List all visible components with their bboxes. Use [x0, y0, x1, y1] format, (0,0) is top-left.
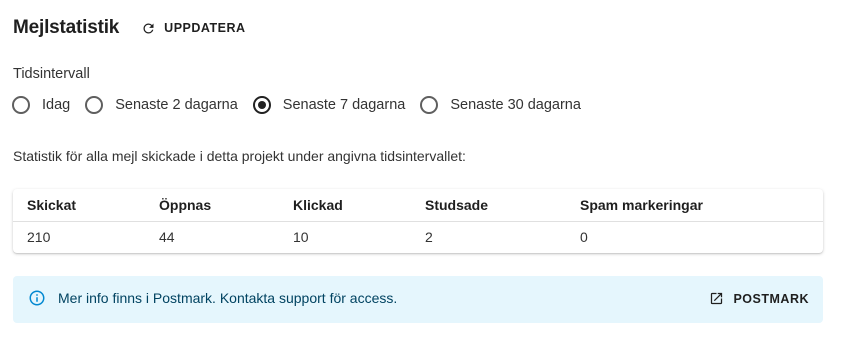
postmark-button[interactable]: POSTMARK: [709, 291, 809, 306]
info-alert: Mer info finns i Postmark. Kontakta supp…: [13, 276, 823, 323]
column-header-spam: Spam markeringar: [580, 197, 703, 213]
radio-circle[interactable]: [420, 96, 439, 114]
column-header-opened: Öppnas: [159, 197, 212, 213]
radio-last-30-days[interactable]: Senaste 30 dagarna: [420, 96, 581, 114]
page-title: Mejlstatistik: [13, 17, 120, 38]
column-header-bounced: Studsade: [425, 197, 489, 213]
refresh-button-label: UPPDATERA: [164, 21, 246, 35]
statistics-description: Statistik för alla mejl skickade i detta…: [13, 148, 466, 164]
postmark-button-label: POSTMARK: [733, 291, 809, 306]
radio-label: Senaste 30 dagarna: [450, 97, 581, 113]
radio-label: Senaste 2 dagarna: [115, 97, 238, 113]
radio-circle[interactable]: [12, 96, 30, 114]
column-header-clicked: Klickad: [293, 197, 343, 213]
radio-circle[interactable]: [85, 96, 104, 114]
radio-label: Senaste 7 dagarna: [282, 97, 406, 113]
cell-clicked: 10: [293, 229, 309, 245]
radio-last-2-days[interactable]: Senaste 2 dagarna: [85, 96, 238, 114]
cell-opened: 44: [159, 229, 175, 245]
info-text: Mer info finns i Postmark. Kontakta supp…: [58, 290, 398, 306]
interval-radio-group: Idag Senaste 2 dagarna Senaste 7 dagarna…: [12, 94, 596, 116]
table-row: 210 44 10 2 0: [13, 221, 823, 253]
radio-last-7-days[interactable]: Senaste 7 dagarna: [252, 96, 406, 114]
column-header-sent: Skickat: [27, 197, 77, 213]
radio-today[interactable]: Idag: [12, 96, 70, 114]
interval-label: Tidsintervall: [13, 66, 90, 82]
statistics-table: Skickat Öppnas Klickad Studsade Spam mar…: [13, 189, 823, 253]
cell-spam: 0: [580, 229, 588, 245]
info-icon: [28, 289, 46, 307]
open-in-new-icon: [709, 291, 724, 306]
radio-label: Idag: [42, 97, 71, 113]
header: Mejlstatistik UPPDATERA: [13, 15, 250, 41]
refresh-icon: [141, 21, 156, 36]
cell-sent: 210: [27, 229, 51, 245]
refresh-button[interactable]: UPPDATERA: [137, 17, 249, 40]
cell-bounced: 2: [425, 229, 433, 245]
radio-circle[interactable]: [252, 96, 271, 114]
table-header-row: Skickat Öppnas Klickad Studsade Spam mar…: [13, 189, 823, 222]
